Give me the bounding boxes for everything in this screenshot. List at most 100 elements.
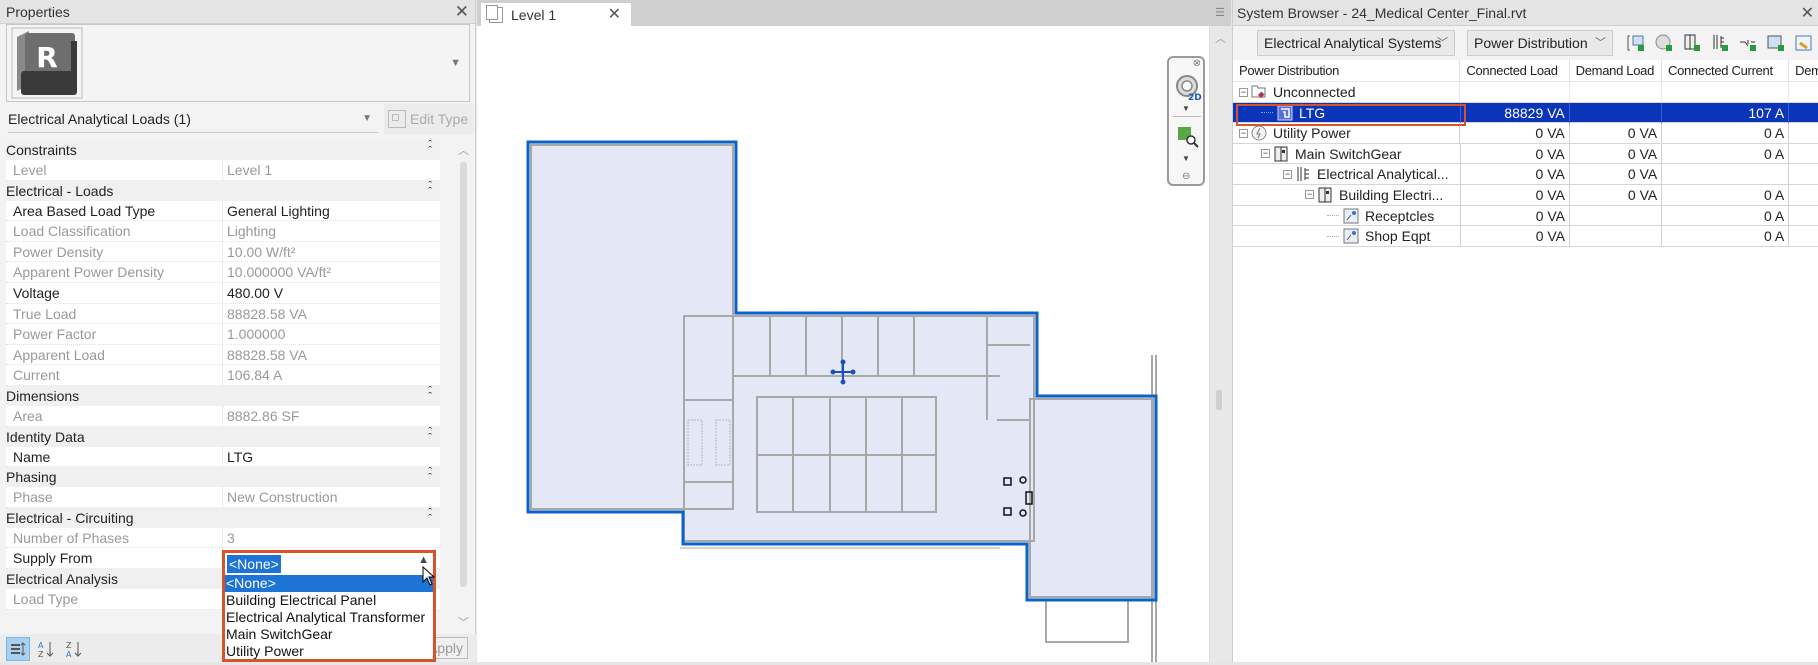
tree-row[interactable]: Receptcles 0 VA 0 A [1233, 205, 1818, 227]
tree-row[interactable]: − Main SwitchGear 0 VA 0 VA 0 A [1233, 143, 1818, 165]
drawing-canvas[interactable]: ⊗ 2D ▼ ▼ ⊖ [477, 26, 1209, 662]
tab-menu-icon[interactable]: ☰ [1215, 6, 1225, 19]
swap-icon[interactable] [1795, 34, 1813, 52]
column-header[interactable]: Connected Current [1662, 60, 1790, 82]
view-scrollbar[interactable]: ︿ [1209, 26, 1231, 662]
scroll-thumb[interactable] [1216, 390, 1222, 410]
property-value[interactable]: LTG [223, 447, 253, 467]
group-header[interactable]: Constraints ˆ ˆ [6, 140, 440, 160]
collapse-group-icon[interactable]: ˆˆ [428, 507, 431, 524]
tree-row[interactable]: − Utility Power 0 VA 0 VA 0 A [1233, 123, 1818, 144]
dropdown-option[interactable]: Utility Power [225, 643, 433, 660]
tree-node[interactable]: − Electrical Analytical... [1233, 164, 1461, 185]
property-value: 10.00 W/ft² [227, 243, 296, 260]
tree-node[interactable]: − Utility Power [1233, 123, 1461, 144]
scroll-up-icon[interactable]: ︿ [458, 142, 469, 158]
tree-row[interactable]: − Unconnected [1233, 82, 1818, 103]
connected-load-cell: 88829 VA [1461, 102, 1570, 123]
add-power-source-icon[interactable] [1655, 34, 1673, 52]
tree-node[interactable]: − Unconnected [1233, 82, 1461, 102]
collapse-group-icon[interactable]: ˆˆ [428, 467, 431, 484]
supply-from-dropdown[interactable]: <None> ▲ <None> Building Electrical Panel… [222, 550, 436, 662]
collapse-node-icon[interactable]: − [1239, 87, 1248, 97]
tree-node[interactable]: − Main SwitchGear [1233, 143, 1461, 164]
add-transformer-icon[interactable] [1711, 34, 1729, 52]
column-header[interactable]: Power Distribution [1233, 60, 1461, 82]
dropdown-option[interactable]: Building Electrical Panel [225, 592, 433, 609]
systems-select[interactable]: Electrical Analytical Systems ﹀ [1257, 30, 1455, 56]
group-header[interactable]: Dimensions ˆ ˆ [6, 385, 440, 406]
view-select[interactable]: Power Distribution ﹀ [1467, 30, 1613, 56]
svg-text:R: R [36, 41, 58, 74]
tree-node[interactable]: Receptcles [1233, 205, 1461, 226]
group-header[interactable]: Identity Data ˆ ˆ [6, 426, 440, 447]
collapse-node-icon[interactable]: − [1283, 169, 1292, 179]
connected-current-cell: 107 A [1662, 102, 1790, 123]
type-dropdown-caret-icon[interactable]: ▼ [450, 57, 461, 69]
demand-current-cell [1789, 185, 1818, 205]
supply-from-current[interactable]: <None> [227, 555, 281, 573]
property-row: Number of Phases 3 [6, 527, 440, 549]
add-load-icon[interactable] [1767, 34, 1785, 52]
scroll-down-icon[interactable]: ﹀ [458, 614, 469, 630]
load-icon [1277, 105, 1293, 121]
close-system-browser-icon[interactable]: ✕ [1801, 3, 1814, 23]
chevron-down-icon: ﹀ [1437, 37, 1448, 49]
wheel-menu-caret-icon[interactable]: ▼ [1182, 104, 1190, 113]
scroll-up-icon[interactable]: ︿ [1215, 30, 1226, 46]
tree-row[interactable]: Shop Eqpt 0 VA 0 A [1233, 226, 1818, 247]
property-value[interactable]: General Lighting [223, 201, 330, 221]
steering-wheel-2d-icon[interactable]: 2D [1175, 74, 1203, 102]
property-name: Level [6, 160, 223, 180]
group-header[interactable]: Phasing ˆ ˆ [6, 467, 440, 488]
instance-filter-select[interactable]: Electrical Analytical Loads (1) ▼ [8, 105, 378, 133]
dropdown-option[interactable]: Main SwitchGear [225, 626, 433, 643]
close-tab-icon[interactable]: ✕ [608, 4, 621, 24]
column-header[interactable]: Dem [1789, 60, 1818, 82]
tree-node[interactable]: − Building Electri... [1233, 184, 1461, 205]
edit-type-button[interactable]: Edit Type [384, 104, 474, 134]
group-header[interactable]: Electrical - Loads ˆ ˆ [6, 180, 440, 201]
zoom-region-icon[interactable] [1177, 126, 1199, 148]
collapse-node-icon[interactable]: − [1239, 128, 1248, 138]
type-selector[interactable]: R ▼ [6, 24, 470, 102]
tree-node[interactable]: LTG [1233, 102, 1461, 123]
group-header[interactable]: Electrical - Circuiting ˆ ˆ [6, 507, 440, 528]
group-header-label: Constraints [6, 142, 77, 158]
tree-row[interactable]: − Building Electri... 0 VA 0 VA 0 A [1233, 184, 1818, 206]
collapse-group-icon[interactable]: ˆˆ [428, 180, 431, 197]
floor-plan[interactable] [477, 26, 1209, 662]
close-properties-icon[interactable]: ✕ [455, 2, 469, 22]
navbar-divider [1173, 116, 1201, 117]
collapse-group-icon[interactable]: ˆˆ [428, 140, 431, 157]
property-row: Apparent Load 88828.58 VA [6, 344, 440, 366]
close-navbar-icon[interactable]: ⊗ [1193, 58, 1201, 69]
add-connector-icon[interactable] [1739, 34, 1757, 52]
collapse-node-icon[interactable]: − [1261, 149, 1270, 159]
add-panel-icon[interactable] [1627, 34, 1645, 52]
dropdown-option[interactable]: Electrical Analytical Transformer [225, 609, 433, 626]
column-header[interactable]: Connected Load [1460, 60, 1570, 82]
tab-level-1[interactable]: Level 1 ✕ [481, 3, 631, 26]
navbar-options-icon[interactable]: ⊖ [1182, 171, 1190, 182]
collapse-node-icon[interactable]: − [1305, 190, 1314, 200]
demand-current-cell [1789, 123, 1818, 143]
properties-scrollbar[interactable]: ︿ ﹀ [455, 140, 473, 632]
tree-node[interactable]: Shop Eqpt [1233, 226, 1461, 247]
tree-row[interactable]: − Electrical Analytical... 0 VA 0 VA [1233, 164, 1818, 185]
chevron-up-icon[interactable]: ▲ [418, 554, 429, 566]
add-switchboard-icon[interactable] [1683, 34, 1701, 52]
categorize-button[interactable] [6, 637, 30, 661]
transformer-icon [1295, 166, 1311, 182]
scroll-thumb[interactable] [460, 162, 467, 587]
tree-row[interactable]: LTG 88829 VA 107 A [1233, 102, 1818, 124]
sort-descending-button[interactable]: ZA [62, 637, 86, 661]
column-header[interactable]: Demand Load [1570, 60, 1663, 82]
property-value[interactable]: 480.00 V [223, 283, 283, 303]
zoom-menu-caret-icon[interactable]: ▼ [1182, 154, 1190, 163]
property-value: 1.000000 [227, 326, 286, 343]
collapse-group-icon[interactable]: ˆˆ [428, 385, 431, 402]
sort-ascending-button[interactable]: AZ [34, 637, 58, 661]
dropdown-option[interactable]: <None> [225, 575, 433, 592]
collapse-group-icon[interactable]: ˆˆ [428, 426, 431, 443]
